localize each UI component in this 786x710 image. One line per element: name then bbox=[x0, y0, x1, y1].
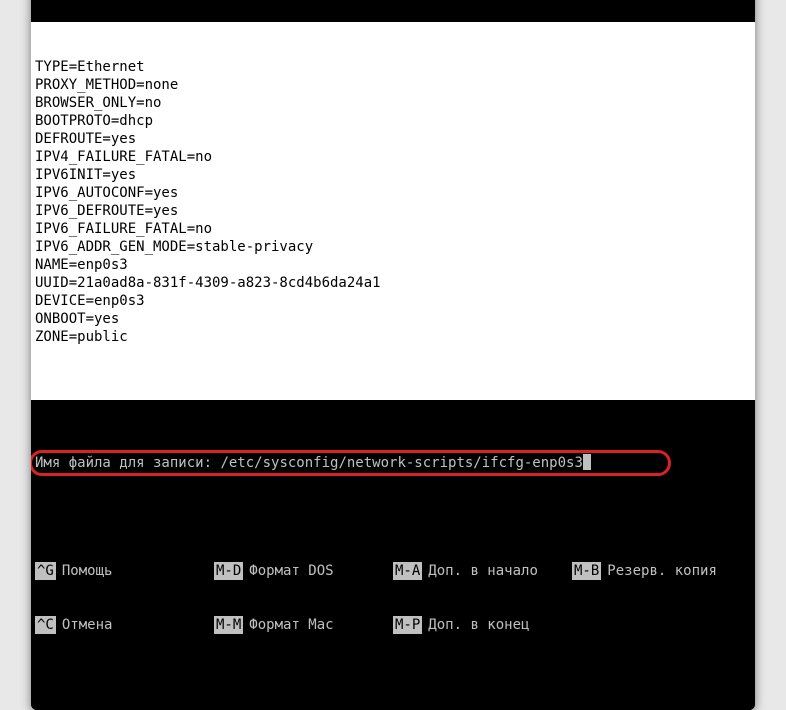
shortcut-cell: M-MФормат Mac bbox=[214, 616, 393, 634]
file-line: IPV6INIT=yes bbox=[35, 166, 751, 184]
blank-line bbox=[35, 382, 751, 400]
file-line: IPV6_DEFROUTE=yes bbox=[35, 202, 751, 220]
file-line: NAME=enp0s3 bbox=[35, 256, 751, 274]
file-line: PROXY_METHOD=none bbox=[35, 76, 751, 94]
shortcut-cell bbox=[572, 616, 751, 634]
file-line: BROWSER_ONLY=no bbox=[35, 94, 751, 112]
terminal-content[interactable]: GNU nano 2.3.1 Файл: /etc/sysconfig/netw… bbox=[31, 0, 755, 710]
save-prompt-label: Имя файла для записи: bbox=[35, 454, 220, 472]
file-line: ONBOOT=yes bbox=[35, 310, 751, 328]
file-line: IPV4_FAILURE_FATAL=no bbox=[35, 148, 751, 166]
shortcut-row: ^GПомощьM-DФормат DOSM-AДоп. в началоM-B… bbox=[35, 562, 751, 580]
shortcut-label: Доп. в начало bbox=[422, 562, 538, 580]
shortcut-key: M-B bbox=[572, 562, 601, 580]
save-prompt-row[interactable]: Имя файла для записи: /etc/sysconfig/net… bbox=[31, 454, 755, 472]
shortcut-key: ^G bbox=[35, 562, 56, 580]
shortcut-cell: M-BРезерв. копия bbox=[572, 562, 751, 580]
shortcut-label: Резерв. копия bbox=[601, 562, 717, 580]
shortcut-label: Отмена bbox=[56, 616, 113, 634]
editor-content[interactable]: TYPE=EthernetPROXY_METHOD=noneBROWSER_ON… bbox=[31, 22, 755, 400]
shortcut-key: M-M bbox=[214, 616, 243, 634]
shortcut-key: M-D bbox=[214, 562, 243, 580]
file-line: IPV6_ADDR_GEN_MODE=stable-privacy bbox=[35, 238, 751, 256]
blank-line bbox=[35, 40, 751, 58]
shortcut-row: ^CОтменаM-MФормат MacM-PДоп. в конец bbox=[35, 616, 751, 634]
terminal-window: patts@local:~ Файл Правка Вид Поиск Терм… bbox=[31, 0, 755, 710]
shortcut-label: Помощь bbox=[56, 562, 113, 580]
file-line: IPV6_FAILURE_FATAL=no bbox=[35, 220, 751, 238]
shortcut-cell: M-PДоп. в конец bbox=[393, 616, 572, 634]
file-line: ZONE=public bbox=[35, 328, 751, 346]
file-line: DEFROUTE=yes bbox=[35, 130, 751, 148]
blank-line bbox=[35, 346, 751, 364]
shortcut-label: Формат DOS bbox=[243, 562, 333, 580]
save-prompt-value[interactable]: /etc/sysconfig/network-scripts/ifcfg-enp… bbox=[220, 454, 582, 472]
cursor bbox=[583, 454, 591, 470]
shortcut-key: M-A bbox=[393, 562, 422, 580]
shortcut-label: Доп. в конец bbox=[422, 616, 529, 634]
file-line: UUID=21a0ad8a-831f-4309-a823-8cd4b6da24a… bbox=[35, 274, 751, 292]
shortcut-cell: ^CОтмена bbox=[35, 616, 214, 634]
file-line: TYPE=Ethernet bbox=[35, 58, 751, 76]
file-line: BOOTPROTO=dhcp bbox=[35, 112, 751, 130]
blank-line bbox=[35, 364, 751, 382]
file-line: DEVICE=enp0s3 bbox=[35, 292, 751, 310]
file-line: IPV6_AUTOCONF=yes bbox=[35, 184, 751, 202]
shortcut-label: Формат Mac bbox=[243, 616, 333, 634]
shortcut-cell: M-DФормат DOS bbox=[214, 562, 393, 580]
shortcut-key: M-P bbox=[393, 616, 422, 634]
shortcut-key: ^C bbox=[35, 616, 56, 634]
shortcut-cell: ^GПомощь bbox=[35, 562, 214, 580]
shortcut-bar: ^GПомощьM-DФормат DOSM-AДоп. в началоM-B… bbox=[31, 526, 755, 674]
shortcut-cell: M-AДоп. в начало bbox=[393, 562, 572, 580]
